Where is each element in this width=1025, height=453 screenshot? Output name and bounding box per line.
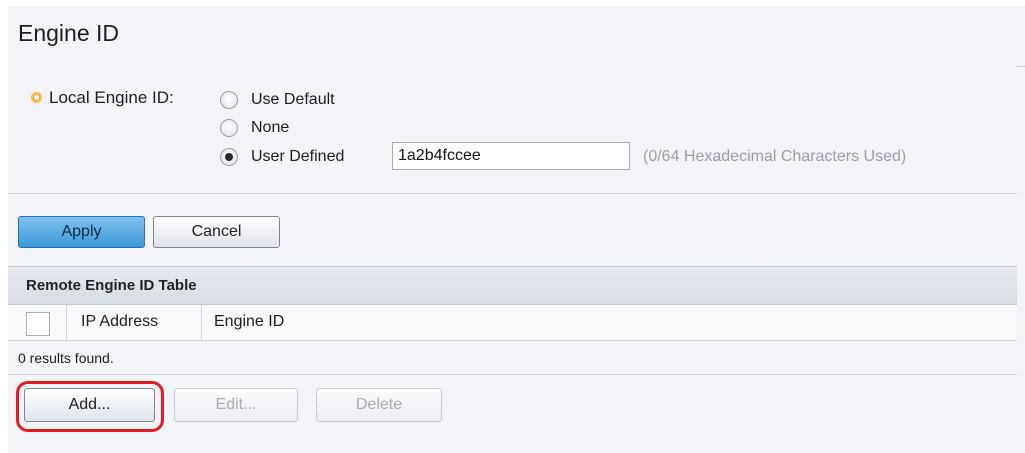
required-field-icon	[31, 92, 42, 103]
table-header-row: IP Address Engine ID	[8, 305, 1017, 341]
edit-button[interactable]: Edit...	[174, 388, 298, 422]
user-defined-engine-id-input[interactable]	[392, 142, 630, 170]
delete-button[interactable]: Delete	[316, 388, 442, 422]
local-engine-form	[8, 66, 1017, 194]
radio-use-default[interactable]	[220, 91, 238, 109]
results-count: 0 results found.	[8, 341, 1017, 375]
remote-engine-id-table: Remote Engine ID Table IP Address Engine…	[8, 266, 1017, 431]
radio-none-label[interactable]: None	[251, 119, 289, 137]
column-header-ip-address: IP Address	[67, 305, 202, 341]
radio-use-default-label[interactable]: Use Default	[251, 91, 335, 109]
add-button[interactable]: Add...	[24, 388, 155, 422]
radio-user-defined[interactable]	[220, 148, 238, 166]
radio-option-user-defined[interactable]: User Defined	[220, 146, 344, 168]
radio-none[interactable]	[220, 119, 238, 137]
radio-user-defined-label[interactable]: User Defined	[251, 148, 344, 166]
column-header-engine-id: Engine ID	[214, 313, 285, 330]
hex-characters-hint: (0/64 Hexadecimal Characters Used)	[643, 148, 907, 165]
page-title: Engine ID	[18, 20, 120, 46]
local-engine-id-label: Local Engine ID:	[49, 88, 174, 107]
radio-option-none[interactable]: None	[220, 117, 289, 139]
select-all-cell	[8, 305, 67, 341]
cancel-button[interactable]: Cancel	[153, 216, 280, 248]
apply-button[interactable]: Apply	[18, 216, 145, 248]
table-actions	[8, 375, 1017, 431]
radio-option-use-default[interactable]: Use Default	[220, 89, 335, 111]
select-all-checkbox[interactable]	[26, 312, 50, 336]
table-caption: Remote Engine ID Table	[8, 267, 1017, 305]
